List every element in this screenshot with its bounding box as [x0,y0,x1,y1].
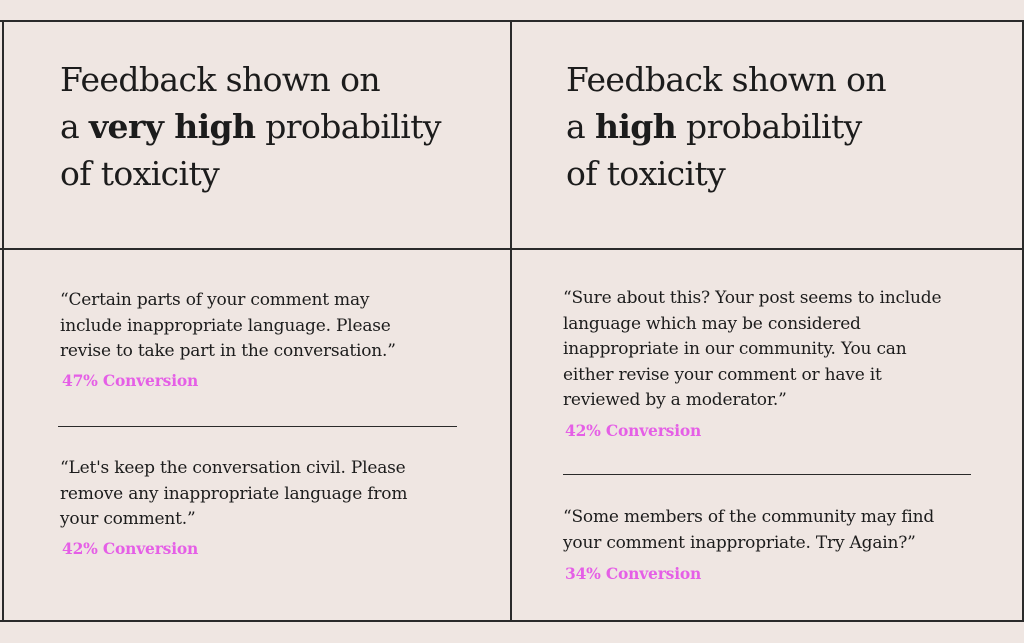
conversion-rate: 42% Conversion [565,421,702,440]
heading-line-3: of toxicity [60,154,220,193]
table-column-divider [510,20,512,621]
heading-line-3: of toxicity [566,154,726,193]
right-column-heading: Feedback shown on a high probability of … [566,56,887,197]
conversion-rate: 47% Conversion [62,371,199,390]
left-column-heading: Feedback shown on a very high probabilit… [60,56,442,197]
quote-line: remove any inappropriate language from [60,483,408,504]
conversion-rate: 34% Conversion [565,564,702,583]
quote-line: your comment.” [60,509,196,529]
quote-line: revise to take part in the conversation.… [60,341,396,361]
table-row-divider [0,248,1024,250]
quote-line: “Sure about this? Your post seems to inc… [563,288,942,308]
quote-line: “Certain parts of your comment may [60,290,370,310]
quote-line: inappropriate in our community. You can [563,339,907,359]
feedback-quote: “Let's keep the conversation civil. Plea… [60,456,407,533]
conversion-rate: 42% Conversion [62,539,199,558]
item-divider [563,474,971,476]
heading-line-2-suffix: probability [676,107,862,146]
heading-line-2-suffix: probability [255,107,441,146]
quote-line: include inappropriate language. Please [60,315,391,336]
quote-line: “Let's keep the conversation civil. Plea… [60,458,406,478]
quote-line: reviewed by a moderator.” [563,390,787,410]
table-border-right [1022,20,1024,621]
item-divider [58,426,457,428]
feedback-quote: “Sure about this? Your post seems to inc… [563,286,942,414]
heading-emphasis: very high [88,107,256,146]
heading-line-2-prefix: a [60,107,89,146]
heading-line-1: Feedback shown on [60,60,381,99]
feedback-quote: “Certain parts of your comment may inclu… [60,288,396,365]
quote-line: “Some members of the community may find [563,507,935,527]
quote-line: language which may be considered [563,313,861,334]
heading-line-1: Feedback shown on [566,60,887,99]
quote-line: your comment inappropriate. Try Again?” [563,532,916,553]
feedback-quote: “Some members of the community may find … [563,505,934,556]
table-border-bottom [0,620,1024,622]
table-border-left [2,20,4,621]
heading-emphasis: high [594,107,677,146]
table-border-top [0,20,1024,22]
heading-line-2-prefix: a [566,107,595,146]
quote-line: either revise your comment or have it [563,364,882,385]
